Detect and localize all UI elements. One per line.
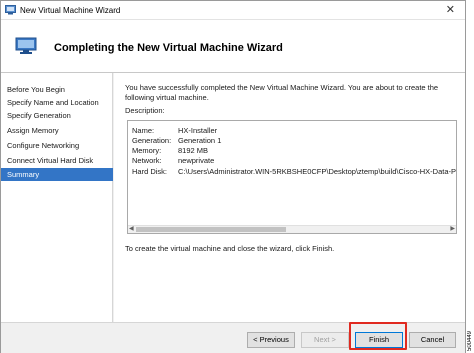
finish-highlight-box — [349, 322, 407, 350]
scroll-left-icon[interactable]: ◀ — [129, 225, 134, 232]
previous-button[interactable]: < Previous — [247, 332, 295, 348]
sidebar-item-specify-name-and-location[interactable]: Specify Name and Location — [1, 96, 113, 109]
intro-text: You have successfully completed the New … — [125, 83, 455, 103]
description-textbox[interactable]: Name: HX-Installer Generation: Generatio… — [127, 120, 457, 234]
intro-line-2: following virtual machine. — [125, 93, 209, 102]
description-key: Generation: — [132, 136, 172, 145]
description-label: Description: — [125, 106, 165, 115]
wizard-header: Completing the New Virtual Machine Wizar… — [1, 20, 465, 73]
virtual-machine-icon — [15, 37, 37, 54]
description-value: C:\Users\Administrator.WIN-5RKBSHE0CFP\D… — [178, 167, 457, 176]
intro-line-1: You have successfully completed the New … — [125, 83, 439, 92]
figure-id-label: 500449 — [467, 330, 473, 351]
window-title: New Virtual Machine Wizard — [20, 6, 121, 15]
summary-content: You have successfully completed the New … — [114, 73, 465, 322]
description-value: Generation 1 — [178, 136, 222, 145]
horizontal-scrollbar[interactable]: ◀ ▶ — [128, 225, 456, 233]
wizard-window: New Virtual Machine Wizard ✕ Completing … — [0, 0, 466, 353]
description-key: Name: — [132, 126, 155, 135]
title-bar: New Virtual Machine Wizard ✕ — [1, 1, 465, 20]
hyperv-app-icon — [5, 5, 16, 15]
description-key: Network: — [132, 156, 162, 165]
sidebar-item-configure-networking[interactable]: Configure Networking — [1, 139, 113, 152]
description-value: HX-Installer — [178, 126, 218, 135]
sidebar-item-before-you-begin[interactable]: Before You Begin — [1, 83, 113, 96]
description-key: Hard Disk: — [132, 167, 168, 176]
sidebar-item-assign-memory[interactable]: Assign Memory — [1, 124, 113, 137]
finish-instruction: To create the virtual machine and close … — [125, 244, 335, 253]
scroll-right-icon[interactable]: ▶ — [450, 225, 455, 232]
sidebar-item-summary[interactable]: Summary — [1, 168, 113, 181]
cancel-button[interactable]: Cancel — [409, 332, 456, 348]
next-button[interactable]: Next > — [301, 332, 349, 348]
wizard-steps-sidebar: Before You Begin Specify Name and Locati… — [1, 73, 113, 322]
description-key: Memory: — [132, 146, 162, 155]
sidebar-item-connect-virtual-hard-disk[interactable]: Connect Virtual Hard Disk — [1, 154, 113, 167]
description-value: newprivate — [178, 156, 215, 165]
scrollbar-thumb[interactable] — [136, 227, 286, 232]
sidebar-item-specify-generation[interactable]: Specify Generation — [1, 109, 113, 122]
page-title: Completing the New Virtual Machine Wizar… — [54, 42, 283, 54]
close-icon[interactable]: ✕ — [446, 4, 455, 16]
description-value: 8192 MB — [178, 146, 209, 155]
